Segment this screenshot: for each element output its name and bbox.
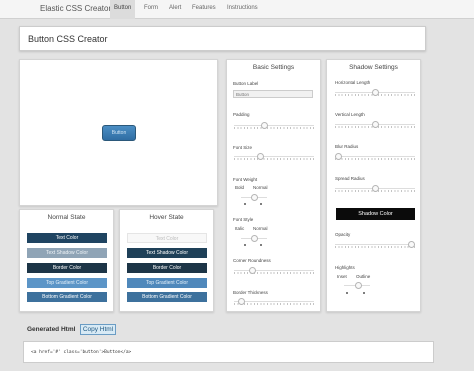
font-size-label: Font Size xyxy=(233,145,253,150)
font-weight-label: Font Weight xyxy=(233,177,258,182)
tick-dot xyxy=(363,292,365,294)
opacity-label: Opacity xyxy=(335,232,351,237)
nav-button[interactable]: Button xyxy=(110,0,136,19)
vertical-length-slider[interactable] xyxy=(335,121,415,128)
highlights-inset-option: Inset xyxy=(337,274,347,279)
font-weight-bold-option: Bold xyxy=(235,185,245,190)
hover-state-panel: Hover State Text Color Text Shadow Color… xyxy=(119,209,214,312)
blur-radius-slider[interactable] xyxy=(335,153,415,160)
slider-handle[interactable] xyxy=(371,121,379,128)
slider-handle[interactable] xyxy=(237,298,245,305)
highlights-label: Highlights xyxy=(335,265,355,270)
padding-label: Padding xyxy=(233,112,250,117)
tick-dot xyxy=(260,244,262,246)
nav-alert[interactable]: Alert xyxy=(165,0,185,19)
font-weight-toggle[interactable] xyxy=(241,194,267,201)
font-style-normal-option: Normal xyxy=(253,226,268,231)
hover-text-color-button[interactable]: Text Color xyxy=(127,233,207,243)
preview-panel: Button xyxy=(19,59,218,206)
horizontal-length-label: Horizontal Length xyxy=(335,80,371,85)
spread-radius-slider[interactable] xyxy=(335,185,415,192)
button-label-input[interactable] xyxy=(233,90,313,98)
hover-state-title: Hover State xyxy=(149,214,184,221)
font-weight-normal-option: Normal xyxy=(253,185,268,190)
border-thickness-label: Border Thickness xyxy=(233,290,268,295)
slider-handle[interactable] xyxy=(261,122,268,129)
slider-handle[interactable] xyxy=(371,89,379,96)
hover-border-color-button[interactable]: Border Color xyxy=(127,263,207,273)
vertical-length-label: Vertical Length xyxy=(335,112,365,117)
font-size-slider[interactable] xyxy=(234,153,314,160)
normal-text-shadow-color-button[interactable]: Text Shadow Color xyxy=(27,248,107,258)
font-style-italic-option: Italic xyxy=(235,226,245,231)
opacity-slider[interactable] xyxy=(335,241,415,248)
generated-code: <a href='#' class='button'>Button</a> xyxy=(31,350,132,355)
hover-top-gradient-color-button[interactable]: Top Gradient Color xyxy=(127,278,207,288)
normal-state-panel: Normal State Text Color Text Shadow Colo… xyxy=(19,209,114,312)
hover-text-shadow-color-button[interactable]: Text Shadow Color xyxy=(127,248,207,258)
font-style-toggle[interactable] xyxy=(241,235,267,242)
horizontal-length-slider[interactable] xyxy=(335,89,415,96)
tick-dot xyxy=(260,203,262,205)
page-title: Button CSS Creator xyxy=(28,34,108,44)
normal-top-gradient-color-button[interactable]: Top Gradient Color xyxy=(27,278,107,288)
basic-settings-panel: Basic Settings Button Label Padding Font… xyxy=(226,59,321,312)
normal-state-title: Normal State xyxy=(47,214,86,221)
top-navbar: Elastic CSS Creator Button Form Alert Fe… xyxy=(0,0,474,19)
corner-roundness-label: Corner Roundness xyxy=(233,258,271,263)
nav-features[interactable]: Features xyxy=(188,0,220,19)
highlights-outline-option: Outline xyxy=(356,274,371,279)
slider-handle[interactable] xyxy=(355,282,363,289)
hover-bottom-gradient-color-button[interactable]: Bottom Gradient Color xyxy=(127,292,207,302)
slider-handle[interactable] xyxy=(251,235,259,242)
slider-handle[interactable] xyxy=(251,194,259,201)
slider-handle[interactable] xyxy=(408,241,415,248)
border-thickness-slider[interactable] xyxy=(234,298,314,305)
slider-handle[interactable] xyxy=(248,267,256,274)
tick-dot xyxy=(346,292,348,294)
page-title-bar: Button CSS Creator xyxy=(19,26,426,51)
corner-roundness-slider[interactable] xyxy=(234,267,314,274)
tick-dot xyxy=(244,203,246,205)
nav-form[interactable]: Form xyxy=(140,0,162,19)
highlights-toggle[interactable] xyxy=(344,282,370,289)
generated-html-label: Generated Html xyxy=(27,326,76,333)
blur-radius-label: Blur Radius xyxy=(335,144,359,149)
slider-handle[interactable] xyxy=(371,185,379,192)
slider-handle[interactable] xyxy=(335,153,342,160)
preview-button[interactable]: Button xyxy=(102,125,136,141)
font-style-label: Font Style xyxy=(233,217,254,222)
normal-border-color-button[interactable]: Border Color xyxy=(27,263,107,273)
shadow-settings-title: Shadow Settings xyxy=(349,64,398,71)
nav-instructions[interactable]: Instructions xyxy=(223,0,262,19)
spread-radius-label: Spread Radius xyxy=(335,176,365,181)
normal-bottom-gradient-color-button[interactable]: Bottom Gradient Color xyxy=(27,292,107,302)
generated-code-box[interactable]: <a href='#' class='button'>Button</a> xyxy=(23,341,434,363)
tick-dot xyxy=(244,244,246,246)
copy-html-button[interactable]: Copy Html xyxy=(80,324,116,335)
basic-settings-title: Basic Settings xyxy=(252,64,295,71)
padding-slider[interactable] xyxy=(234,122,314,129)
normal-text-color-button[interactable]: Text Color xyxy=(27,233,107,243)
shadow-color-button[interactable]: Shadow Color xyxy=(336,208,415,220)
shadow-settings-panel: Shadow Settings Horizontal Length Vertic… xyxy=(326,59,421,312)
app-brand[interactable]: Elastic CSS Creator xyxy=(40,4,111,13)
button-label-label: Button Label xyxy=(233,81,259,86)
